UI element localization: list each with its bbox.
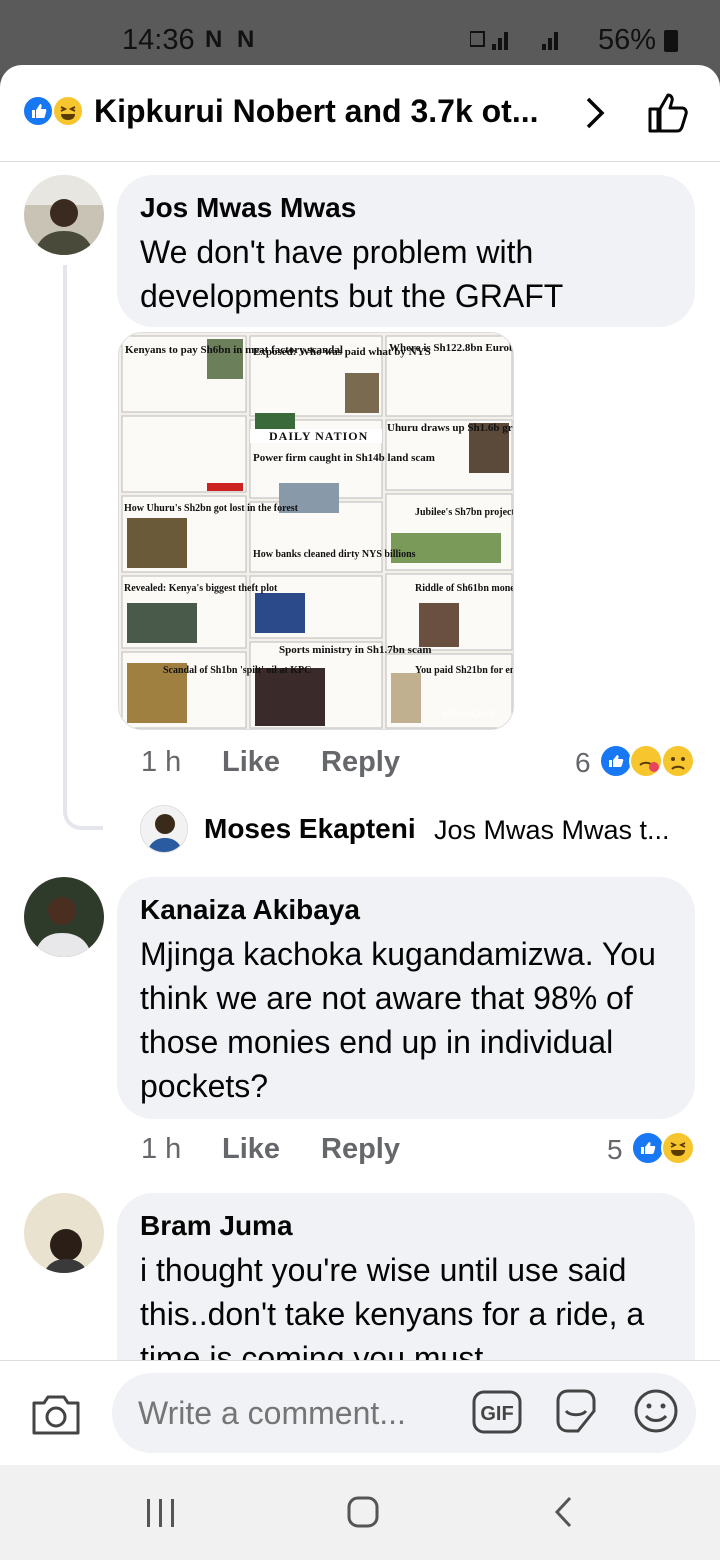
thread-connector bbox=[63, 265, 103, 830]
masthead-text: DAILY NATION bbox=[269, 429, 368, 443]
camera-icon[interactable] bbox=[30, 1393, 82, 1437]
avatar[interactable] bbox=[24, 877, 104, 957]
comments-sheet: Kipkurui Nobert and 3.7k ot... Jos Mwas … bbox=[0, 65, 720, 1465]
reaction-icons[interactable] bbox=[598, 743, 698, 779]
headline-text: Power firm caught in Sh14b land scam bbox=[253, 452, 435, 464]
signal-icon bbox=[469, 26, 590, 60]
like-button[interactable]: Like bbox=[222, 1133, 280, 1166]
reply-author[interactable]: Moses Ekapteni bbox=[204, 813, 416, 845]
reaction-icons[interactable] bbox=[630, 1130, 700, 1166]
system-nav-bar bbox=[0, 1465, 720, 1560]
comment-time: 1 h bbox=[141, 1133, 182, 1165]
reactions-summary[interactable]: Kipkurui Nobert and 3.7k ot... bbox=[94, 93, 539, 130]
headline-text: Uhuru draws up Sh1.6b graft list bbox=[387, 422, 514, 434]
comment-input[interactable] bbox=[112, 1373, 696, 1453]
svg-text:GIF: GIF bbox=[480, 1403, 513, 1425]
emoji-icon[interactable] bbox=[632, 1387, 680, 1435]
status-time: 14:36 bbox=[122, 24, 195, 56]
avatar[interactable] bbox=[24, 175, 104, 255]
gif-icon[interactable]: GIF bbox=[472, 1389, 522, 1435]
reply-button[interactable]: Reply bbox=[321, 746, 400, 779]
headline-text: Revealed: Kenya's biggest theft plot bbox=[124, 583, 278, 594]
headline-text: You paid Sh21bn for empty thicket bbox=[415, 665, 514, 676]
comment-author[interactable]: Kanaiza Akibaya bbox=[140, 894, 360, 926]
headline-text: Where is Sh122.8bn Eurobond fortune? bbox=[389, 342, 514, 354]
comment-text: Mjinga kachoka kugandamizwa. You think w… bbox=[140, 936, 656, 1104]
comment-author[interactable]: Jos Mwas Mwas bbox=[140, 192, 356, 224]
reaction-count[interactable]: 6 bbox=[575, 747, 591, 779]
comment-text: We don't have problem with developments … bbox=[140, 234, 564, 314]
back-icon[interactable] bbox=[552, 1495, 576, 1529]
battery-percent: 56% bbox=[598, 24, 657, 56]
avatar[interactable] bbox=[24, 1193, 104, 1273]
like-reaction-icon bbox=[22, 95, 54, 127]
like-button[interactable]: Like bbox=[222, 746, 280, 779]
recent-apps-icon[interactable] bbox=[144, 1497, 178, 1529]
headline-text: How banks cleaned dirty NYS billions bbox=[253, 549, 416, 560]
sticker-icon[interactable] bbox=[552, 1387, 600, 1435]
comment-time: 1 h bbox=[141, 746, 182, 778]
haha-reaction-icon bbox=[52, 95, 84, 127]
home-icon[interactable] bbox=[346, 1495, 380, 1529]
reply-button[interactable]: Reply bbox=[321, 1133, 400, 1166]
watermark-text: PhotoGrid bbox=[442, 706, 495, 720]
reaction-count[interactable]: 5 bbox=[607, 1134, 623, 1166]
comment-composer: GIF bbox=[0, 1360, 720, 1465]
headline-text: Jubilee's Sh7bn project collapses bbox=[415, 507, 514, 518]
notification-icons: N N bbox=[205, 26, 259, 53]
comment-author[interactable]: Bram Juma bbox=[140, 1210, 293, 1242]
comment-image-attachment[interactable]: Kenyans to pay Sh6bn in meat factory sca… bbox=[118, 332, 514, 730]
like-thumb-icon[interactable] bbox=[644, 89, 692, 137]
status-bar: 14:36 N N 56% bbox=[0, 0, 720, 75]
chevron-right-icon[interactable] bbox=[580, 93, 610, 133]
headline-text: Scandal of Sh1bn 'spilt' oil at KPC bbox=[163, 665, 311, 676]
headline-text: How Uhuru's Sh2bn got lost in the forest bbox=[124, 503, 299, 514]
avatar[interactable] bbox=[140, 805, 188, 853]
headline-text: Sports ministry in Sh1.7bn scam bbox=[279, 644, 432, 656]
reactions-header[interactable]: Kipkurui Nobert and 3.7k ot... bbox=[0, 65, 720, 162]
headline-text: Riddle of Sh61bn money pit at KPC bbox=[415, 583, 514, 594]
reply-preview-text[interactable]: Jos Mwas Mwas t... bbox=[434, 815, 670, 846]
battery-icon bbox=[664, 30, 678, 52]
